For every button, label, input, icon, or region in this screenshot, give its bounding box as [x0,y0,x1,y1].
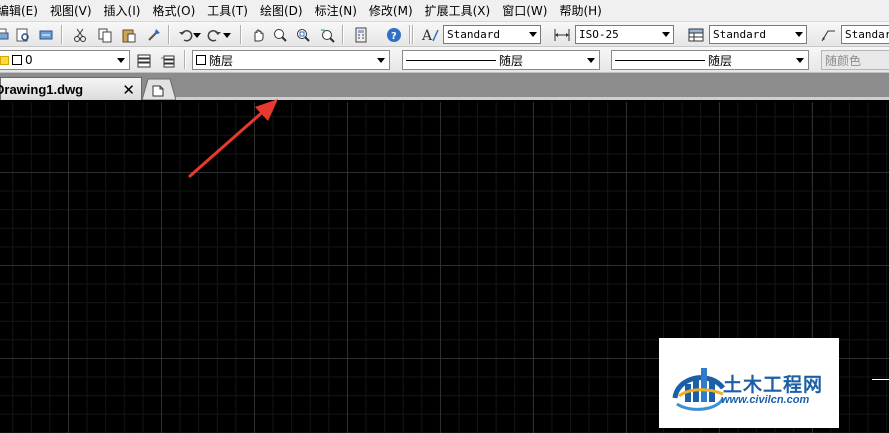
zoom-window-icon[interactable] [293,25,312,44]
print-icon[interactable] [0,25,11,44]
text-style-icon: A [420,25,439,44]
redo-dropdown-icon[interactable] [222,25,232,44]
chevron-down-icon [583,51,599,69]
tab-drawing1[interactable]: Drawing1.dwg ✕ [0,77,142,100]
multileader-style-select[interactable]: Standard [841,25,889,44]
print-preview-icon[interactable] [13,25,32,44]
dim-style-icon [552,25,571,44]
plot-style-value: 随颜色 [825,53,862,68]
pan-hand-icon[interactable] [248,25,267,44]
menu-tools[interactable]: 工具(T) [201,0,254,22]
help-icon[interactable]: ? [384,25,403,44]
linetype-sample [406,59,496,61]
match-properties-icon[interactable] [144,25,163,44]
table-style-value: Standard [713,28,766,41]
layer-name: 0 [25,53,33,67]
zoom-realtime-icon[interactable] [270,25,289,44]
linetype-control-select[interactable]: 随层 [402,50,600,70]
layer-properties-icon[interactable] [134,51,153,70]
dim-style-value: ISO-25 [579,28,619,41]
menu-help[interactable]: 帮助(H) [553,0,607,22]
document-tab-strip: Drawing1.dwg ✕ [0,73,889,101]
multileader-style-icon [818,25,837,44]
crosshair-cursor [872,379,889,380]
plot-style-control-select: 随颜色 [821,50,889,70]
chevron-down-icon [659,26,673,43]
chevron-down-icon [792,26,806,43]
layers-toolbar: 0 随层 随层 随层 随颜色 [0,47,889,73]
lightbulb-icon [0,55,9,65]
menu-view[interactable]: 视图(V) [44,0,98,22]
layer-previous-icon[interactable] [158,51,177,70]
table-style-icon [686,25,705,44]
watermark-url: www.civilcn.com [721,394,810,406]
menu-format[interactable]: 格式(O) [146,0,201,22]
text-style-select[interactable]: Standard [443,25,541,44]
color-swatch [196,55,206,65]
table-style-select[interactable]: Standard [709,25,807,44]
chevron-down-icon [373,51,389,69]
lineweight-sample [615,59,705,61]
layer-select[interactable]: 0 [0,50,130,70]
zoom-previous-icon[interactable] [317,25,336,44]
menu-bar: 编辑(E) 视图(V) 插入(I) 格式(O) 工具(T) 绘图(D) 标注(N… [0,0,889,22]
color-control-select[interactable]: 随层 [192,50,390,70]
linetype-value: 随层 [499,53,524,68]
civilcn-logo-icon [672,368,726,411]
menu-extension-tools[interactable]: 扩展工具(X) [419,0,497,22]
standard-toolbar: ? A Standard ISO-25 Standard Standard [0,22,889,47]
svg-text:?: ? [391,31,397,42]
dim-style-select[interactable]: ISO-25 [575,25,674,44]
watermark-title: 土木工程网 [723,374,824,396]
redo-icon[interactable] [204,25,223,44]
menu-dimension[interactable]: 标注(N) [309,0,363,22]
layer-color-swatch [12,55,22,65]
calculator-icon[interactable] [351,25,370,44]
watermark-logo: 土木工程网 www.civilcn.com [659,338,839,428]
lineweight-control-select[interactable]: 随层 [611,50,809,70]
close-icon[interactable]: ✕ [122,81,135,99]
publish-icon[interactable] [36,25,55,44]
paste-icon[interactable] [119,25,138,44]
menu-insert[interactable]: 插入(I) [98,0,147,22]
new-tab-button[interactable] [141,78,177,101]
text-style-value: Standard [447,28,500,41]
lineweight-value: 随层 [708,53,733,68]
multileader-style-value: Standard [845,28,889,41]
copy-icon[interactable] [95,25,114,44]
color-value: 随层 [209,53,234,68]
new-document-icon [141,78,177,101]
tab-label: Drawing1.dwg [0,81,84,97]
menu-window[interactable]: 窗口(W) [496,0,553,22]
undo-dropdown-icon[interactable] [192,25,202,44]
svg-text:A: A [421,28,433,43]
chevron-down-icon [792,51,808,69]
menu-draw[interactable]: 绘图(D) [254,0,309,22]
menu-modify[interactable]: 修改(M) [363,0,419,22]
cut-icon[interactable] [70,25,89,44]
menu-edit[interactable]: 编辑(E) [0,0,44,22]
chevron-down-icon [113,51,129,69]
chevron-down-icon [526,26,540,43]
